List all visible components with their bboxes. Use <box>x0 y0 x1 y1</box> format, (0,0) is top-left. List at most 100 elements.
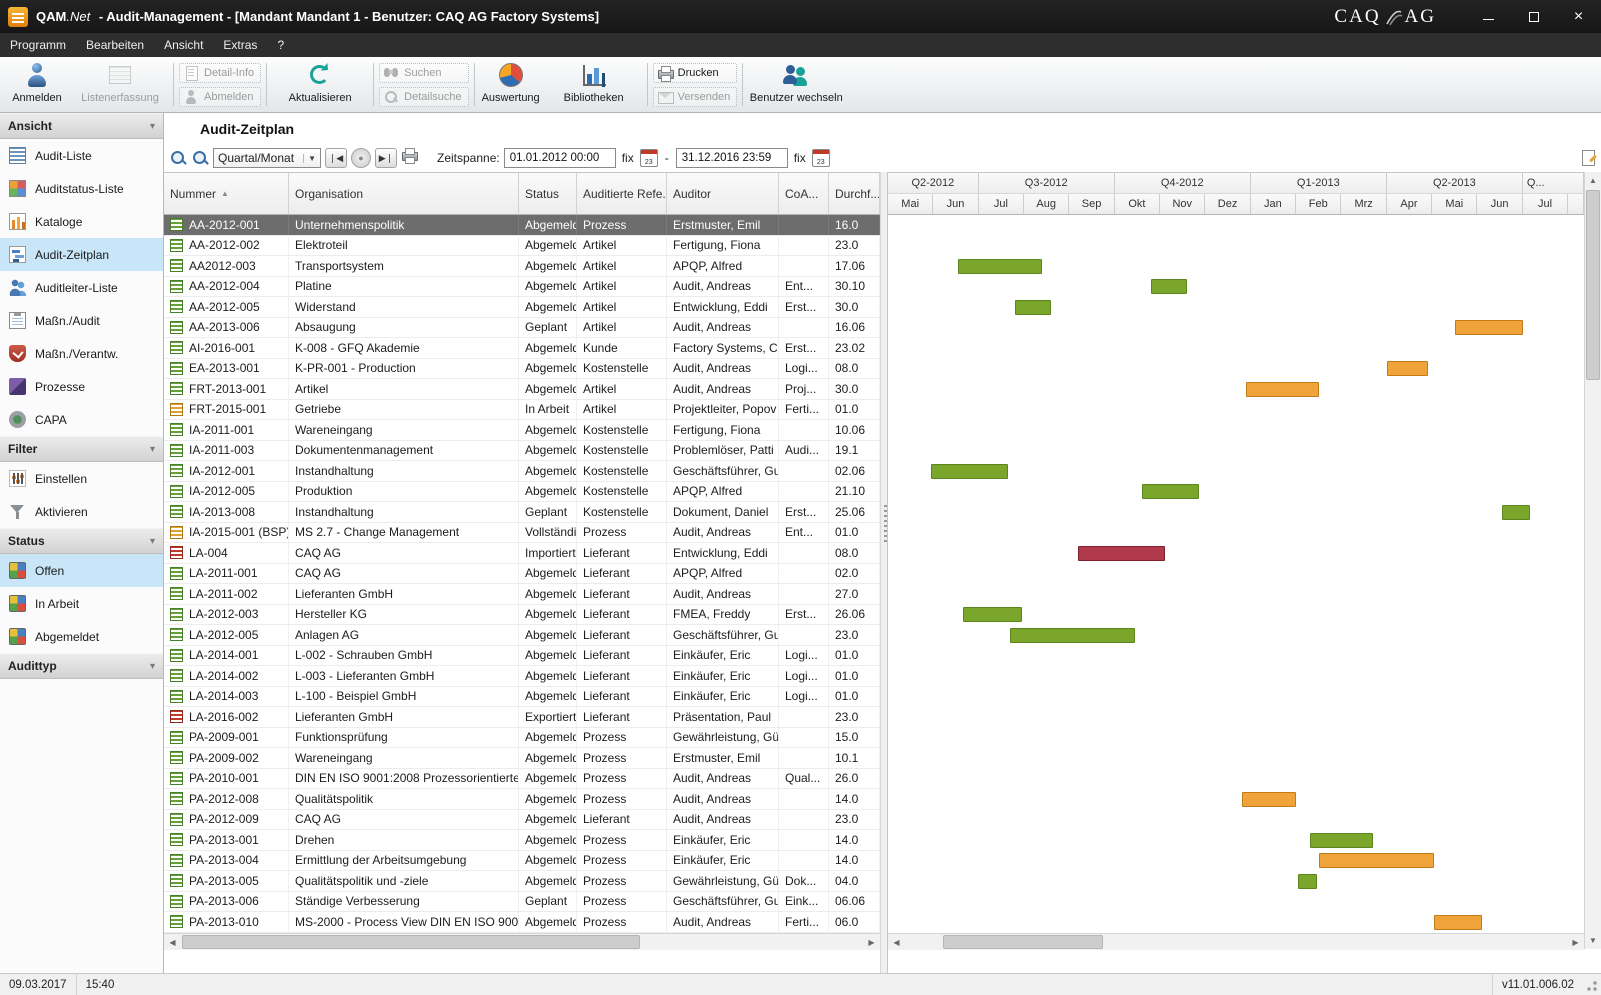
table-row[interactable]: LA-2014-002 L-003 - Lieferanten GmbH Abgem… <box>164 666 880 687</box>
gantt-bar[interactable] <box>962 607 1022 622</box>
table-row[interactable]: PA-2010-001 DIN EN ISO 9001:2008 Prozesso… <box>164 768 880 789</box>
table-row[interactable]: FRT-2015-001 Getriebe In Arbeit Artikel Proj… <box>164 399 880 420</box>
sidebar-section-filter[interactable]: Filter ▾ <box>0 436 163 462</box>
column-header-durchf[interactable]: Durchf... <box>829 173 880 214</box>
table-row[interactable]: AA-2012-001 UnternehmenspolitikAbgemeldet… <box>164 215 880 236</box>
scale-select[interactable]: Quartal/Monat ▼ <box>213 148 321 168</box>
sidebar-item-offen[interactable]: Offen <box>0 554 163 587</box>
gantt-bar[interactable] <box>1151 279 1188 294</box>
table-row[interactable]: IA-2011-003 DokumentenmanagementAbgemelde… <box>164 440 880 461</box>
scroll-down-icon[interactable]: ▼ <box>1585 932 1601 949</box>
table-row[interactable]: IA-2015-001 (BSP) MS 2.7 - Change Managem… <box>164 522 880 543</box>
table-row[interactable]: EA-2013-001 K-PR-001 - ProductionAbgemeld… <box>164 358 880 379</box>
table-row[interactable]: PA-2013-005 Qualitätspolitik und -ziele Ab… <box>164 871 880 892</box>
gantt-bar[interactable] <box>1386 361 1428 376</box>
date-to-field[interactable]: 31.12.2016 23:59 <box>675 148 788 168</box>
sidebar-item-ma-n-audit[interactable]: Maßn./Audit <box>0 304 163 337</box>
current-period-button[interactable]: ● <box>351 148 371 168</box>
bibliotheken-button[interactable]: Bibliotheken <box>544 59 644 110</box>
drucken-button[interactable]: Drucken <box>652 62 738 83</box>
scrollbar-thumb[interactable] <box>182 935 640 949</box>
zoom-in-icon[interactable] <box>169 149 187 167</box>
menu-item-bearbeiten[interactable]: Bearbeiten <box>76 33 154 57</box>
sidebar-item-audit-zeitplan[interactable]: Audit-Zeitplan <box>0 238 163 271</box>
gantt-bar[interactable] <box>931 463 1009 479</box>
gantt-bar[interactable] <box>1241 791 1297 807</box>
table-row[interactable]: FRT-2013-001ArtikelAbgemeldetArtikelAudi… <box>164 379 880 400</box>
table-row[interactable]: AA-2012-002 ElektroteilAbgemeldetArtikelF… <box>164 235 880 256</box>
table-row[interactable]: LA-2014-003 L-100 - Beispiel GmbHAbgemeld… <box>164 686 880 707</box>
gantt-bar[interactable] <box>1454 320 1523 335</box>
scroll-left-icon[interactable]: ◀ <box>164 934 181 950</box>
table-row[interactable]: AA2012-003 TransportsystemAbgemeldetArtik… <box>164 256 880 277</box>
sidebar-item-ma-n-verantw[interactable]: Maßn./Verantw. <box>0 337 163 370</box>
gantt-bar[interactable] <box>1078 545 1165 561</box>
column-header-auditierte-refe[interactable]: Auditierte Refe... <box>577 173 667 214</box>
table-row[interactable]: LA-2016-002 Lieferanten GmbH Exportiert Lie… <box>164 707 880 728</box>
gantt-bar[interactable] <box>1309 832 1374 848</box>
scrollbar-thumb[interactable] <box>1586 190 1600 380</box>
calendar-to-button[interactable]: 23 <box>811 149 830 167</box>
sidebar-item-capa[interactable]: CAPA <box>0 403 163 436</box>
listenerfassung-button[interactable]: Listenerfassung <box>70 59 170 110</box>
gantt-bar[interactable] <box>1318 853 1435 868</box>
column-header-nummer[interactable]: Nummer ▲ <box>164 173 289 214</box>
table-row[interactable]: PA-2009-002 WareneingangAbgemeldetProzess… <box>164 748 880 769</box>
table-row[interactable]: LA-2011-001 CAQ AGAbgemeldetLieferantAPQP… <box>164 563 880 584</box>
gantt-bar[interactable] <box>1434 914 1483 930</box>
last-period-button[interactable]: ▶❘ <box>375 148 397 168</box>
table-row[interactable]: AA-2012-004 PlatineAbgemeldetArtikelAudit… <box>164 276 880 297</box>
table-row[interactable]: AA-2012-005 WiderstandAbgemeldetArtikelEn… <box>164 297 880 318</box>
table-row[interactable]: LA-2014-001 L-002 - Schrauben GmbH Abgemel… <box>164 645 880 666</box>
table-row[interactable]: PA-2013-006 Ständige Verbesserung Geplant P… <box>164 891 880 912</box>
table-row[interactable]: LA-004 CAQ AG Importiert Lieferant Entwicklu… <box>164 543 880 564</box>
sidebar-section-audittyp[interactable]: Audittyp ▾ <box>0 653 163 679</box>
scroll-right-icon[interactable]: ▶ <box>1567 934 1584 950</box>
table-row[interactable]: LA-2012-005 Anlagen AGAbgemeldetLieferant… <box>164 625 880 646</box>
scroll-up-icon[interactable]: ▲ <box>1585 172 1601 189</box>
sidebar-section-ansicht[interactable]: Ansicht ▾ <box>0 113 163 139</box>
detail-info-button[interactable]: Detail-Info <box>179 62 262 83</box>
column-header-auditor[interactable]: Auditor <box>667 173 779 214</box>
scroll-left-icon[interactable]: ◀ <box>888 934 905 950</box>
sidebar-item-aktivieren[interactable]: Aktivieren <box>0 495 163 528</box>
benutzer-wechseln-button[interactable]: Benutzer wechseln <box>746 59 846 110</box>
table-row[interactable]: AI-2016-001 K-008 - GFQ AkademieAbgemelde… <box>164 338 880 359</box>
table-row[interactable]: IA-2012-005 ProduktionAbgemeldetKostenste… <box>164 481 880 502</box>
sidebar-item-in-arbeit[interactable]: In Arbeit <box>0 587 163 620</box>
zoom-out-icon[interactable] <box>191 149 209 167</box>
anmelden-button[interactable]: Anmelden <box>4 59 70 110</box>
column-header-status[interactable]: Status <box>519 173 577 214</box>
suchen-button[interactable]: Suchen <box>379 62 469 83</box>
minimize-button[interactable] <box>1466 0 1511 33</box>
sidebar-item-kataloge[interactable]: Kataloge <box>0 205 163 238</box>
sidebar-item-prozesse[interactable]: Prozesse <box>0 370 163 403</box>
menu-item-extras[interactable]: Extras <box>213 33 267 57</box>
gantt-bar[interactable] <box>1010 627 1136 643</box>
sidebar-item-abgemeldet[interactable]: Abgemeldet <box>0 620 163 653</box>
table-row[interactable]: PA-2012-008 QualitätspolitikAbgemeldetPro… <box>164 789 880 810</box>
versenden-button[interactable]: Versenden <box>652 86 738 107</box>
abmelden-button[interactable]: Abmelden <box>179 86 262 107</box>
table-row[interactable]: PA-2013-001 DrehenAbgemeldetProzessEinkäu… <box>164 830 880 851</box>
gantt-bar[interactable] <box>1246 381 1319 397</box>
sidebar-item-audit-liste[interactable]: Audit-Liste <box>0 139 163 172</box>
close-button[interactable]: × <box>1556 0 1601 33</box>
table-row[interactable]: IA-2011-001 WareneingangAbgemeldetKostens… <box>164 420 880 441</box>
gantt-bar[interactable] <box>1141 484 1199 499</box>
sidebar-item-einstellen[interactable]: Einstellen <box>0 462 163 495</box>
aktualisieren-button[interactable]: Aktualisieren <box>270 59 370 110</box>
menu-item-programm[interactable]: Programm <box>0 33 76 57</box>
table-horizontal-scrollbar[interactable]: ◀ ▶ <box>164 933 880 950</box>
gantt-bar[interactable] <box>958 258 1043 274</box>
column-header-organisation[interactable]: Organisation <box>289 173 519 214</box>
print-schedule-button[interactable] <box>401 148 425 168</box>
vertical-scrollbar[interactable]: ▲ ▼ <box>1584 172 1601 949</box>
gantt-bar[interactable] <box>1298 873 1317 889</box>
sidebar-item-auditstatus-liste[interactable]: Auditstatus-Liste <box>0 172 163 205</box>
panel-splitter[interactable] <box>880 172 888 973</box>
gantt-horizontal-scrollbar[interactable]: ◀ ▶ <box>888 933 1584 950</box>
date-from-field[interactable]: 01.01.2012 00:00 <box>503 148 616 168</box>
sidebar-section-status[interactable]: Status ▾ <box>0 528 163 554</box>
table-row[interactable]: LA-2011-002 Lieferanten GmbHAbgemeldetLie… <box>164 584 880 605</box>
